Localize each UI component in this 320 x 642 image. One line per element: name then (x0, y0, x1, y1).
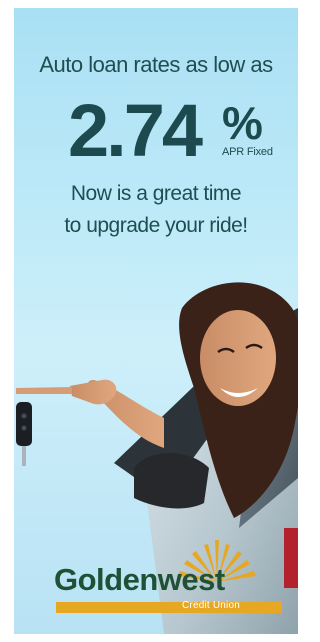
rate-display: 2.74 % APR Fixed (14, 88, 298, 178)
rate-percent-sign: % (222, 97, 263, 149)
headline-text: Auto loan rates as low as (39, 52, 273, 77)
tagline-line-1: Now is a great time (70, 182, 242, 205)
rate-note: APR Fixed (222, 146, 273, 158)
goldenwest-logo[interactable]: Goldenwest Credit Union (54, 536, 294, 616)
auto-loan-ad-banner[interactable]: Auto loan rates as low as 2.74 % APR Fix… (14, 8, 298, 634)
logo-wordmark: Goldenwest (54, 562, 225, 597)
rate-value: 2.74 (68, 89, 203, 172)
tagline-line-2: to upgrade your ride! (64, 214, 248, 237)
tagline: Now is a great time to upgrade your ride… (14, 178, 298, 242)
logo-subtitle: Credit Union (182, 600, 240, 611)
logo-gold-bar (56, 602, 282, 613)
